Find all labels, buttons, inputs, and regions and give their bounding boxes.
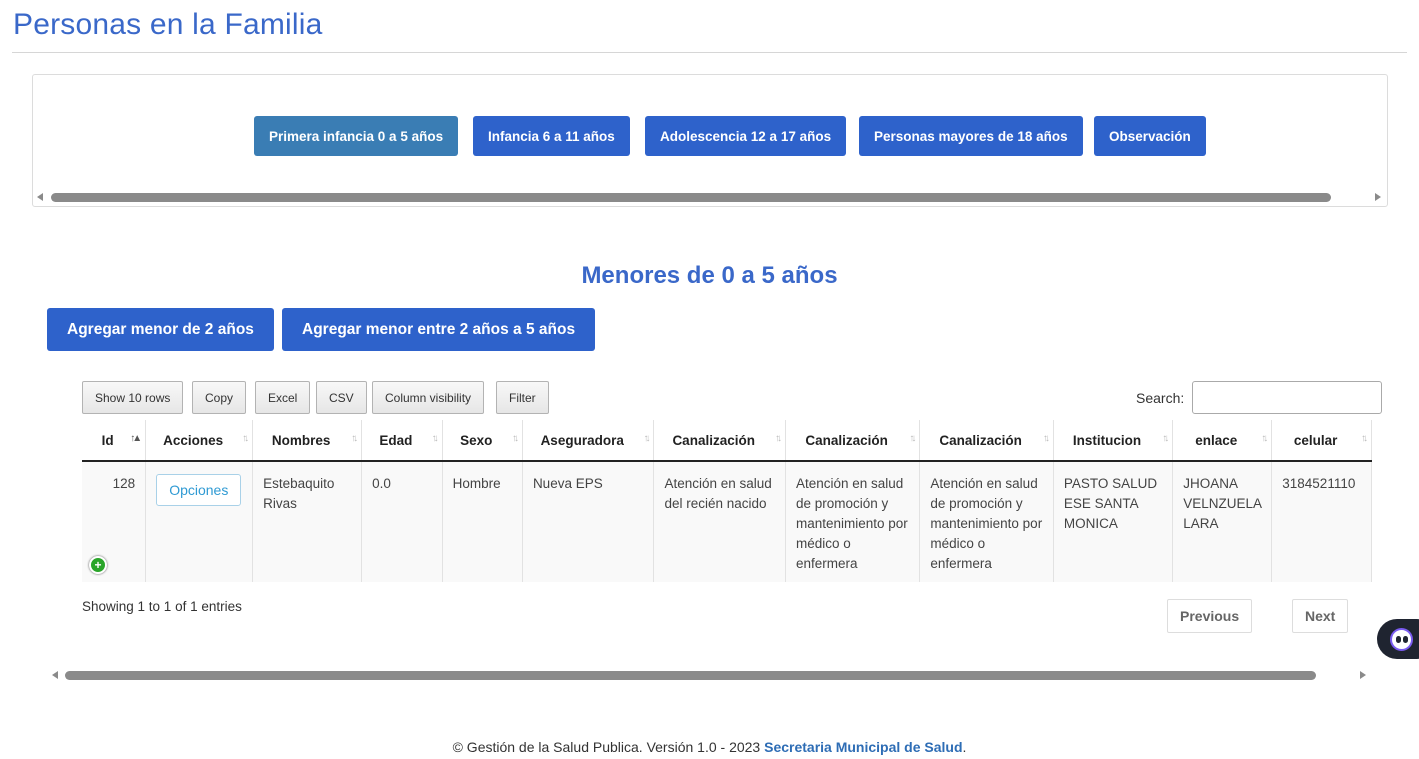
children-table-wrapper: Id ↑▲ Acciones ↑↓ Nombres ↑↓ Edad ↑↓ Sexo ↑↓ … [82, 420, 1372, 582]
table-header-row: Id ↑▲ Acciones ↑↓ Nombres ↑↓ Edad ↑↓ Sexo ↑↓ … [82, 420, 1372, 462]
column-header-edad[interactable]: Edad ↑↓ [361, 420, 443, 462]
tabs-horizontal-scrollbar[interactable] [33, 190, 1385, 204]
cell-enlace: JHOANA VELNZUELA LARA [1172, 461, 1273, 582]
column-header-id[interactable]: Id ↑▲ [82, 420, 147, 462]
chatbot-eye [1396, 636, 1401, 643]
table-info: Showing 1 to 1 of 1 entries [82, 599, 242, 614]
footer-link[interactable]: Secretaria Municipal de Salud [764, 739, 962, 755]
chatbot-eye [1403, 636, 1408, 643]
column-header-institucion[interactable]: Institucion ↑↓ [1053, 420, 1174, 462]
sort-both-icon: ↑↓ [1162, 433, 1169, 444]
age-group-tabs-card: Primera infancia 0 a 5 años Infancia 6 a… [32, 74, 1388, 207]
cell-canalizacion-2: Atención en salud de promoción y manteni… [785, 461, 921, 582]
tab-observacion[interactable]: Observación [1094, 116, 1206, 156]
cell-id: 128 + [82, 461, 147, 582]
table-row: 128 + Opciones Estebaquito Rivas 0.0 Hom… [82, 461, 1372, 582]
chatbot-icon[interactable] [1377, 619, 1419, 659]
plus-circle-icon[interactable]: + [89, 556, 107, 574]
sort-both-icon: ↑↓ [774, 433, 782, 444]
page-title: Personas en la Familia [13, 8, 323, 41]
sort-both-icon: ↑↓ [643, 433, 650, 444]
footer-text: © Gestión de la Salud Publica. Versión 1… [452, 739, 761, 755]
scrollbar-thumb[interactable] [51, 193, 1331, 202]
next-page-button[interactable]: Next [1292, 599, 1349, 633]
cell-celular: 3184521110 [1271, 461, 1372, 582]
column-header-canalizacion-1[interactable]: Canalización ↑↓ [653, 420, 786, 462]
options-button[interactable]: Opciones [156, 474, 242, 506]
search-label: Search: [1136, 390, 1185, 406]
previous-page-button[interactable]: Previous [1167, 599, 1253, 633]
cell-aseguradora: Nueva EPS [522, 461, 655, 582]
tab-infancia[interactable]: Infancia 6 a 11 años [473, 116, 630, 156]
cell-acciones: Opciones [145, 461, 254, 582]
cell-nombres: Estebaquito Rivas [252, 461, 363, 582]
cell-canalizacion-1: Atención en salud del recién nacido [653, 461, 786, 582]
scroll-right-arrow-icon[interactable] [1375, 193, 1381, 201]
cell-institucion: PASTO SALUD ESE SANTA MONICA [1053, 461, 1174, 582]
sort-both-icon: ↑↓ [1361, 433, 1368, 444]
column-header-acciones[interactable]: Acciones ↑↓ [145, 420, 254, 462]
scroll-left-arrow-icon[interactable] [37, 193, 43, 201]
copy-button[interactable]: Copy [192, 381, 247, 414]
add-under-2-button[interactable]: Agregar menor de 2 años [47, 308, 274, 351]
footer: © Gestión de la Salud Publica. Versión 1… [0, 739, 1419, 755]
scrollbar-thumb[interactable] [65, 671, 1316, 680]
tab-adolescencia[interactable]: Adolescencia 12 a 17 años [645, 116, 847, 156]
add-2-to-5-button[interactable]: Agregar menor entre 2 años a 5 años [282, 308, 596, 351]
sort-both-icon: ↑↓ [1261, 433, 1268, 444]
search-input[interactable] [1192, 381, 1382, 414]
column-header-canalizacion-3[interactable]: Canalización ↑↓ [919, 420, 1054, 462]
csv-button[interactable]: CSV [316, 381, 367, 414]
column-header-aseguradora[interactable]: Aseguradora ↑↓ [522, 420, 655, 462]
column-header-celular[interactable]: celular ↑↓ [1271, 420, 1372, 462]
children-table: Id ↑▲ Acciones ↑↓ Nombres ↑↓ Edad ↑↓ Sexo ↑↓ … [82, 420, 1372, 582]
chatbot-face [1390, 628, 1413, 651]
column-visibility-button[interactable]: Column visibility [372, 381, 485, 414]
excel-button[interactable]: Excel [255, 381, 311, 414]
show-rows-button[interactable]: Show 10 rows [82, 381, 184, 414]
tab-mayores-18[interactable]: Personas mayores de 18 años [859, 116, 1083, 156]
section-title: Menores de 0 a 5 años [581, 262, 838, 289]
column-header-enlace[interactable]: enlace ↑↓ [1172, 420, 1273, 462]
sort-both-icon: ↑↓ [431, 433, 439, 444]
cell-canalizacion-3: Atención en salud de promoción y manteni… [919, 461, 1054, 582]
cell-edad: 0.0 [361, 461, 443, 582]
column-header-nombres[interactable]: Nombres ↑↓ [252, 420, 363, 462]
scroll-right-arrow-icon[interactable] [1360, 671, 1366, 679]
sort-both-icon: ↑↓ [511, 433, 519, 444]
sort-both-icon: ↑↓ [351, 433, 358, 444]
column-header-sexo[interactable]: Sexo ↑↓ [442, 420, 523, 462]
row-id: 128 [112, 476, 136, 491]
scroll-left-arrow-icon[interactable] [52, 671, 58, 679]
title-divider [12, 52, 1407, 53]
sort-both-icon: ↑↓ [242, 433, 249, 444]
column-header-canalizacion-2[interactable]: Canalización ↑↓ [785, 420, 921, 462]
filter-button[interactable]: Filter [496, 381, 549, 414]
cell-sexo: Hombre [442, 461, 523, 582]
footer-suffix: . [962, 739, 967, 755]
sort-both-icon: ↑↓ [909, 433, 916, 444]
sort-asc-icon: ↑▲ [130, 433, 142, 444]
table-horizontal-scrollbar[interactable] [48, 668, 1370, 682]
sort-both-icon: ↑↓ [1042, 433, 1050, 444]
tab-primera-infancia[interactable]: Primera infancia 0 a 5 años [254, 116, 459, 156]
